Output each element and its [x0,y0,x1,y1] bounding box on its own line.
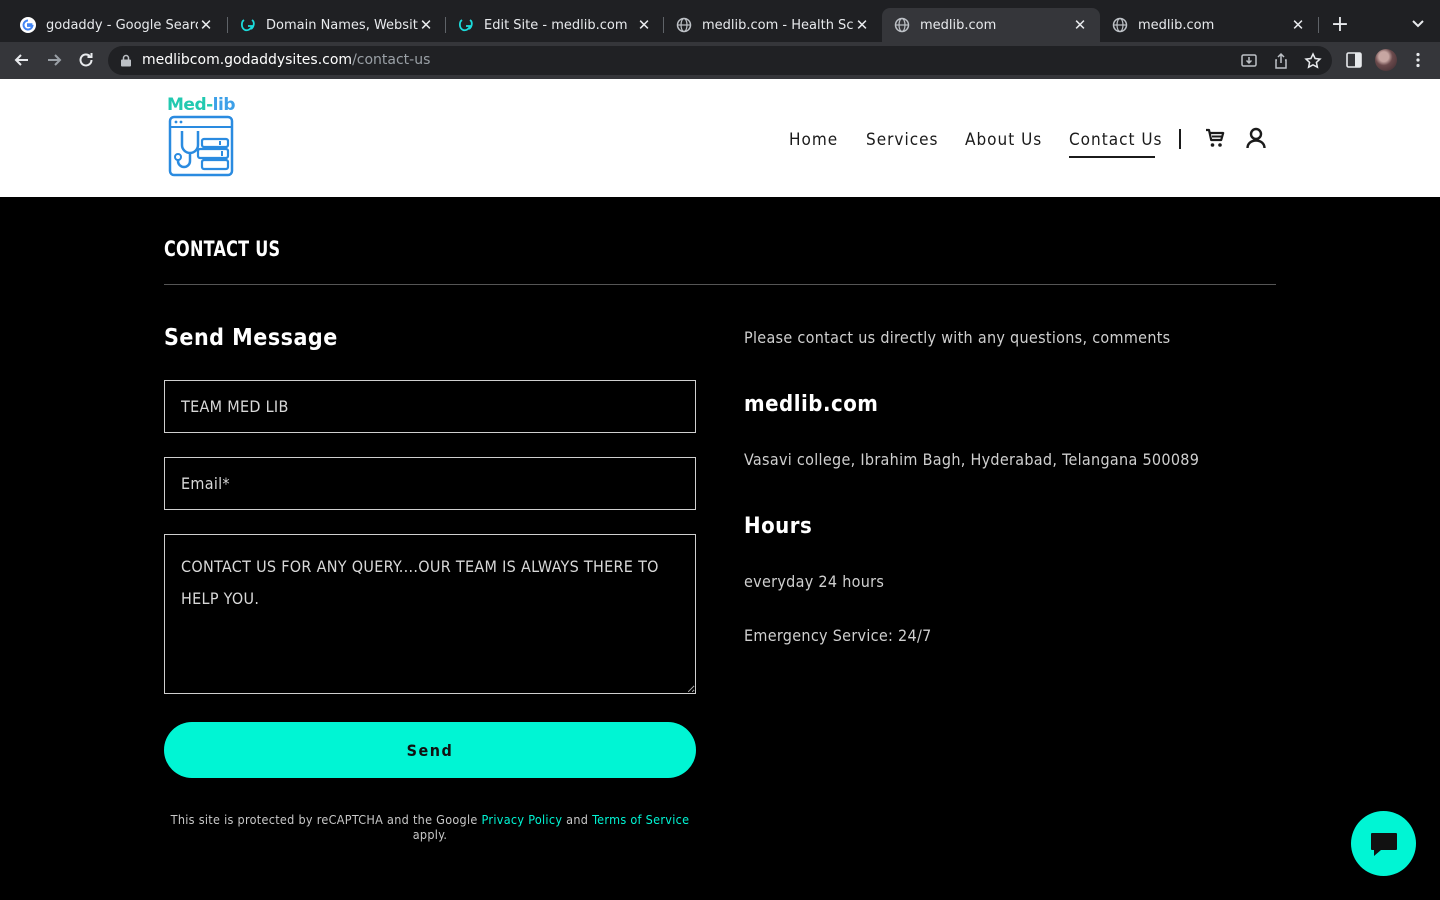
stethoscope-books-icon [168,115,234,177]
globe-icon [894,17,910,33]
browser-tab[interactable]: Edit Site - medlib.com ✕ [446,8,664,42]
name-field[interactable] [164,380,696,433]
share-icon[interactable] [1272,52,1290,70]
godaddy-icon [458,19,473,32]
back-arrow-icon[interactable] [12,50,32,70]
send-button[interactable]: Send [164,722,696,778]
emergency-service-text: Emergency Service: 24/7 [744,626,932,645]
nav-services[interactable]: Services [866,130,939,150]
cart-icon[interactable] [1204,127,1226,149]
browser-toolbar: medlibcom.godaddysites.com/contact-us [0,42,1440,79]
close-icon[interactable]: ✕ [854,16,870,34]
account-icon[interactable] [1245,127,1267,149]
title-divider [164,284,1276,285]
nav-home[interactable]: Home [789,130,838,150]
profile-avatar[interactable] [1375,49,1397,71]
close-icon[interactable]: ✕ [1072,16,1088,34]
recaptcha-prefix: This site is protected by reCAPTCHA and … [170,812,478,827]
close-icon[interactable]: ✕ [198,16,214,34]
close-icon[interactable]: ✕ [636,16,652,34]
browser-tab-active[interactable]: medlib.com ✕ [882,8,1100,42]
nav-contact-us[interactable]: Contact Us [1069,130,1163,150]
recaptcha-notice: This site is protected by reCAPTCHA and … [164,812,696,842]
browser-tab[interactable]: godaddy - Google Search ✕ [8,8,226,42]
contact-intro: Please contact us directly with any ques… [744,328,1171,347]
site-logo[interactable]: Med-lib [164,95,240,181]
tab-title: medlib.com - Health Schemes [702,17,854,33]
forward-arrow-icon[interactable] [44,50,64,70]
message-field[interactable]: CONTACT US FOR ANY QUERY....OUR TEAM IS … [164,534,696,694]
globe-icon [1112,17,1128,33]
privacy-policy-link[interactable]: Privacy Policy [482,812,563,827]
nav-divider [1179,129,1181,149]
tab-separator [1318,17,1319,33]
close-icon[interactable]: ✕ [1290,16,1306,34]
recaptcha-and: and [566,812,589,827]
browser-tab[interactable]: Domain Names, Websites, Hosting ✕ [228,8,446,42]
lock-icon[interactable] [120,54,132,67]
chevron-down-icon[interactable] [1408,14,1428,34]
terms-of-service-link[interactable]: Terms of Service [592,812,689,827]
install-app-icon[interactable] [1240,52,1258,70]
tab-title: medlib.com [1138,17,1215,33]
url-path: /contact-us [352,52,431,68]
tab-title: godaddy - Google Search [46,17,198,33]
side-panel-icon[interactable] [1345,51,1363,69]
star-icon[interactable] [1304,52,1322,70]
chat-button[interactable] [1351,811,1416,876]
browser-tab[interactable]: medlib.com - Health Schemes ✕ [664,8,882,42]
logo-text-part1: Med- [167,95,213,115]
new-tab-icon[interactable]: + [1330,12,1350,37]
nav-about-us[interactable]: About Us [965,130,1042,150]
close-icon[interactable]: ✕ [418,16,434,34]
chat-bubble-icon [1371,833,1397,856]
recaptcha-suffix: apply. [412,827,448,842]
tab-title: Edit Site - medlib.com [484,17,628,33]
browser-tab-bar: godaddy - Google Search ✕ Domain Names, … [0,0,1440,42]
kebab-menu-icon[interactable] [1409,51,1427,69]
browser-tab[interactable]: medlib.com ✕ [1100,8,1318,42]
url-host: medlibcom.godaddysites.com [142,52,353,68]
logo-text-part2: lib [212,95,236,115]
nav-active-underline [1069,156,1155,158]
business-address: Vasavi college, Ibrahim Bagh, Hyderabad,… [744,450,1200,469]
tab-title: Domain Names, Websites, Hosting [266,17,418,33]
business-name: medlib.com [744,392,879,417]
hours-title: Hours [744,514,813,539]
google-icon [20,17,36,33]
address-bar[interactable]: medlibcom.godaddysites.com/contact-us [108,46,1332,75]
reload-icon[interactable] [76,50,96,70]
form-title: Send Message [164,325,338,351]
hours-text: everyday 24 hours [744,572,885,591]
page-title: CONTACT US [164,237,281,261]
logo-text: Med-lib [167,95,236,115]
godaddy-icon [240,19,255,32]
url-text[interactable]: medlibcom.godaddysites.com/contact-us [142,52,430,68]
globe-icon [676,17,692,33]
email-field[interactable] [164,457,696,510]
tab-title: medlib.com [920,17,997,33]
